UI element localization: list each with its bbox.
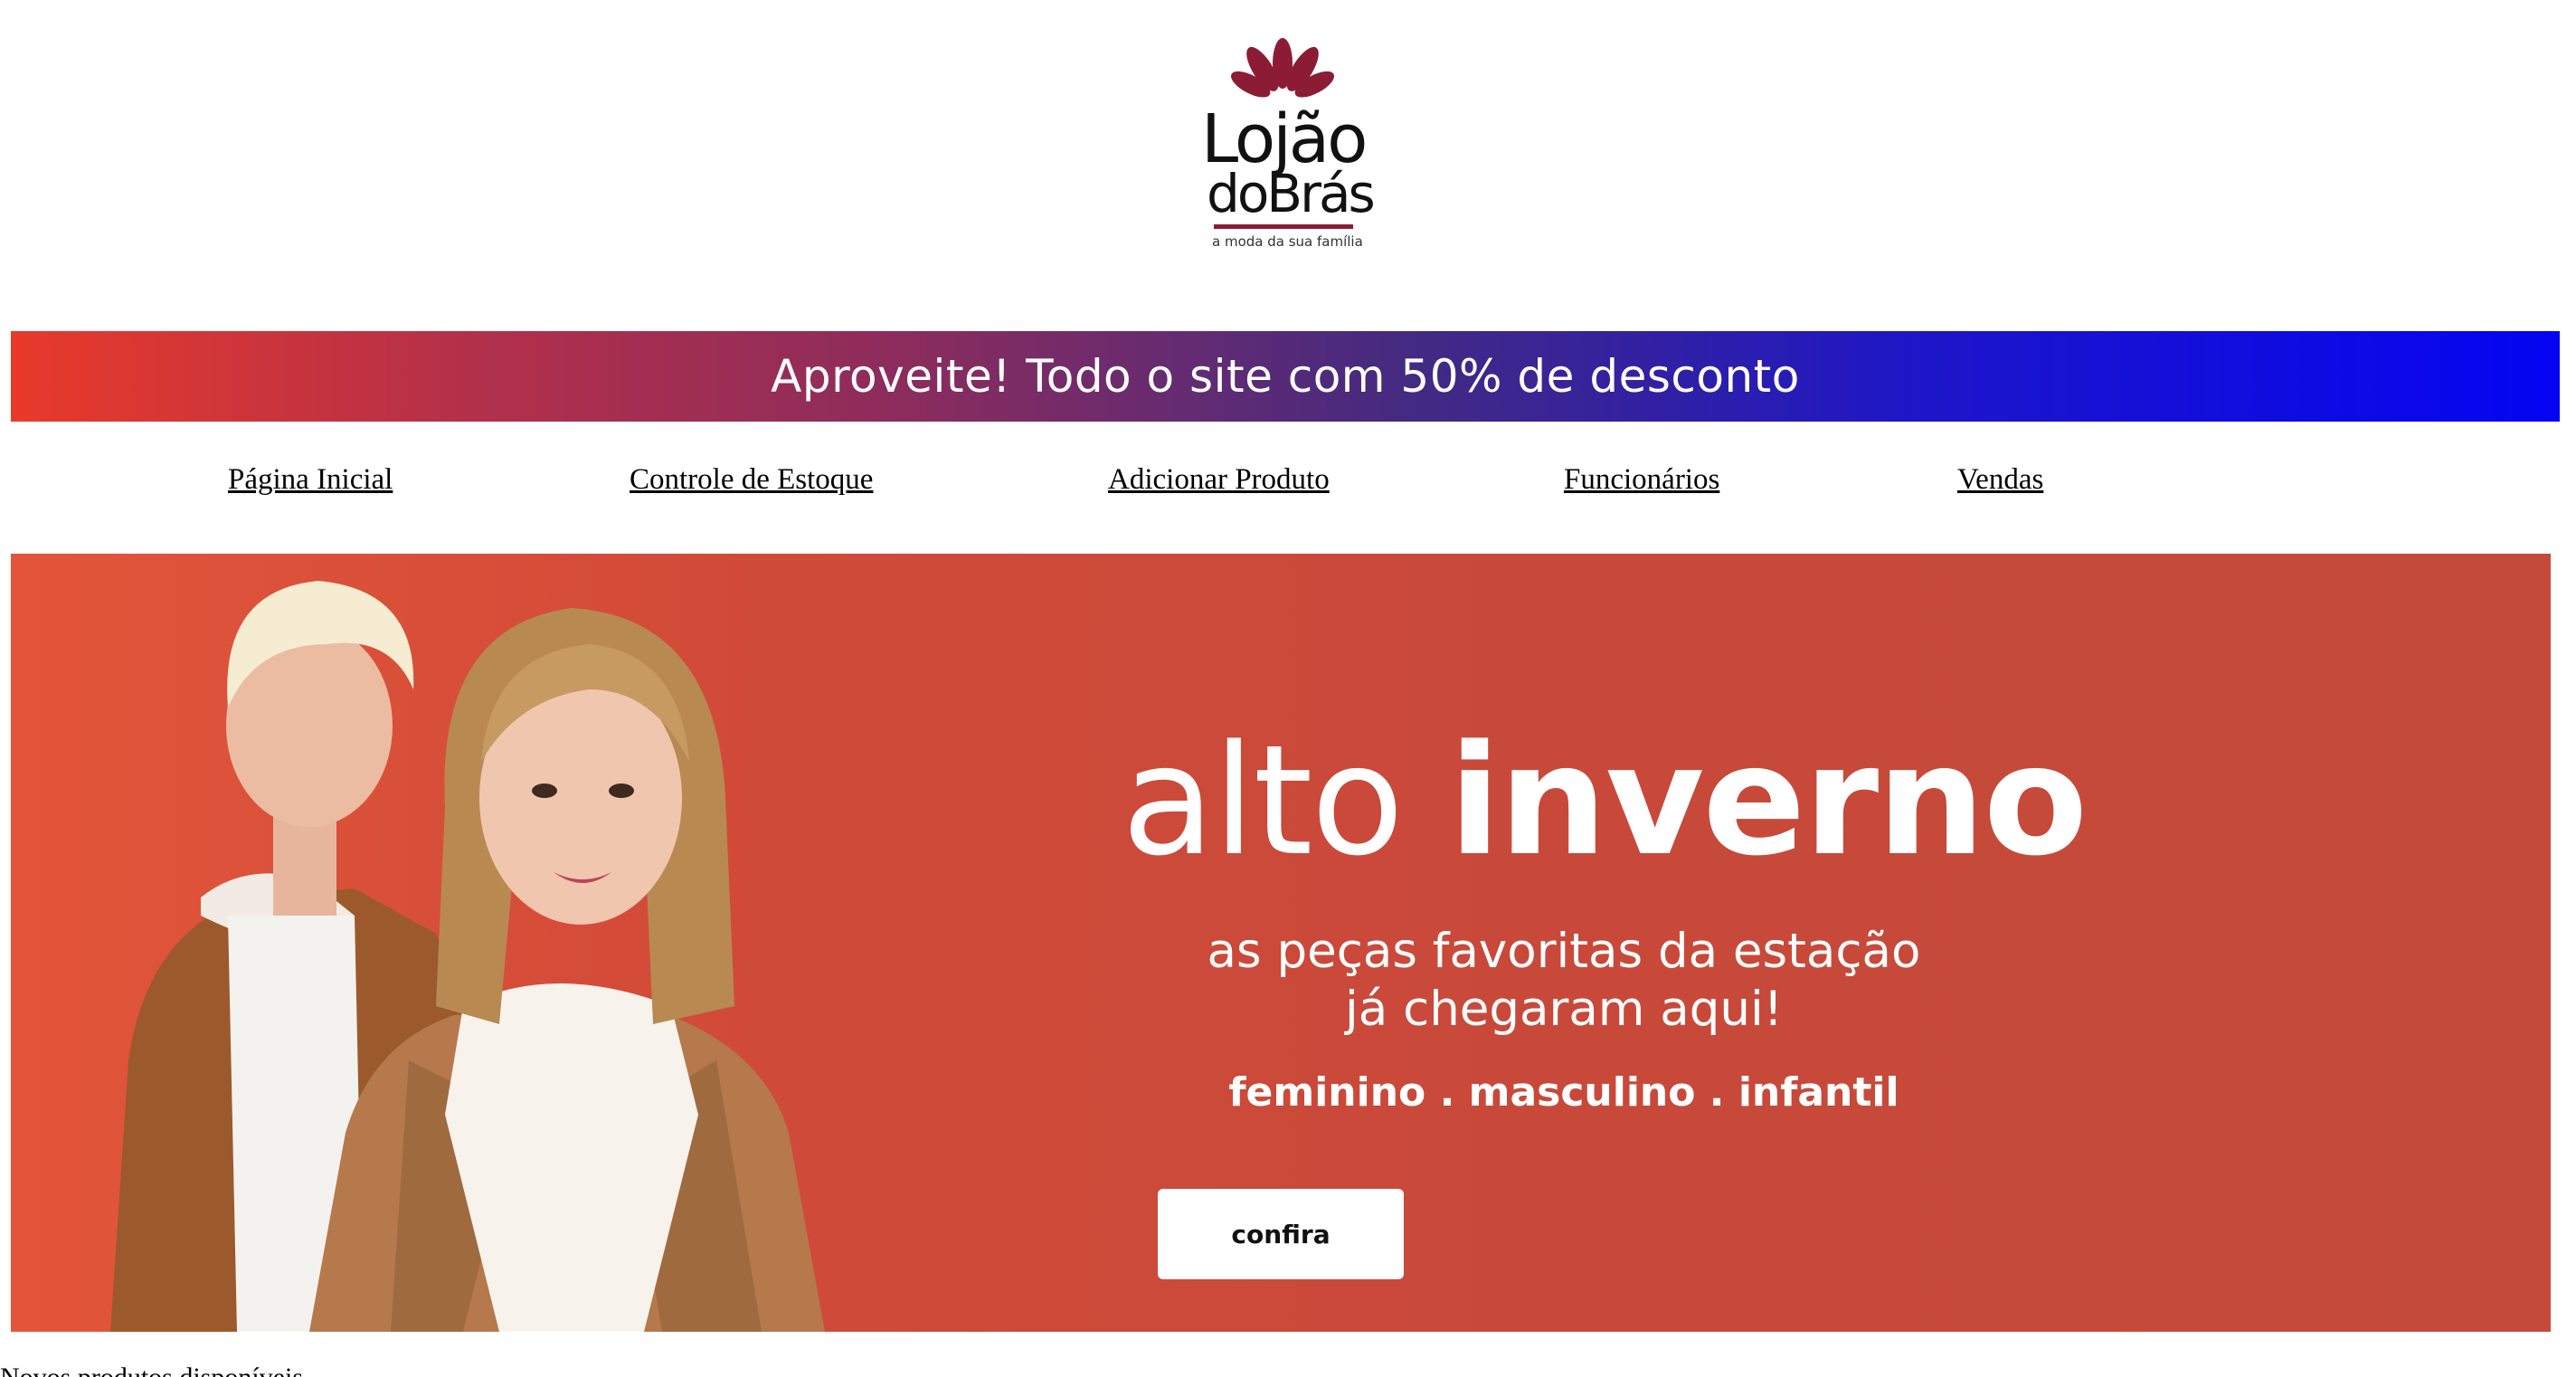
- brand-logo[interactable]: Lojão doBrás a moda da sua família: [1201, 38, 1376, 264]
- hero-title-bold: inverno: [1448, 712, 2088, 889]
- nav-link-home[interactable]: Página Inicial: [228, 463, 393, 497]
- logo-word-dobras: doBrás: [1207, 163, 1376, 224]
- hero-subtitle-line2: já chegaram aqui!: [1345, 982, 1783, 1037]
- promo-text: Aproveite! Todo o site com 50% de descon…: [771, 350, 1800, 403]
- promo-banner: Aproveite! Todo o site com 50% de descon…: [11, 331, 2560, 422]
- hero-banner: alto inverno as peças favoritas da estaç…: [11, 554, 2551, 1332]
- logo-underline: [1214, 224, 1353, 229]
- hero-categories: feminino . masculino . infantil: [1228, 1069, 1899, 1116]
- confira-button[interactable]: confira: [1158, 1189, 1404, 1279]
- page: Lojão doBrás a moda da sua família Aprov…: [0, 0, 2576, 1377]
- hero-subtitle-line1: as peças favoritas da estação: [1207, 924, 1921, 979]
- hero-title: alto inverno: [1122, 712, 2088, 889]
- fan-petals-icon: [1219, 38, 1346, 110]
- nav-link-employees[interactable]: Funcionários: [1564, 463, 1719, 497]
- nav-link-add-product[interactable]: Adicionar Produto: [1108, 463, 1330, 497]
- below-fold-heading: Novos produtos disponíveis: [0, 1363, 303, 1377]
- hero-title-light: alto: [1122, 712, 1404, 889]
- hero-models-image: [110, 581, 825, 1332]
- logo-tagline: a moda da sua família: [1212, 233, 1363, 250]
- nav-link-stock-control[interactable]: Controle de Estoque: [630, 463, 873, 497]
- nav-link-sales[interactable]: Vendas: [1957, 463, 2043, 497]
